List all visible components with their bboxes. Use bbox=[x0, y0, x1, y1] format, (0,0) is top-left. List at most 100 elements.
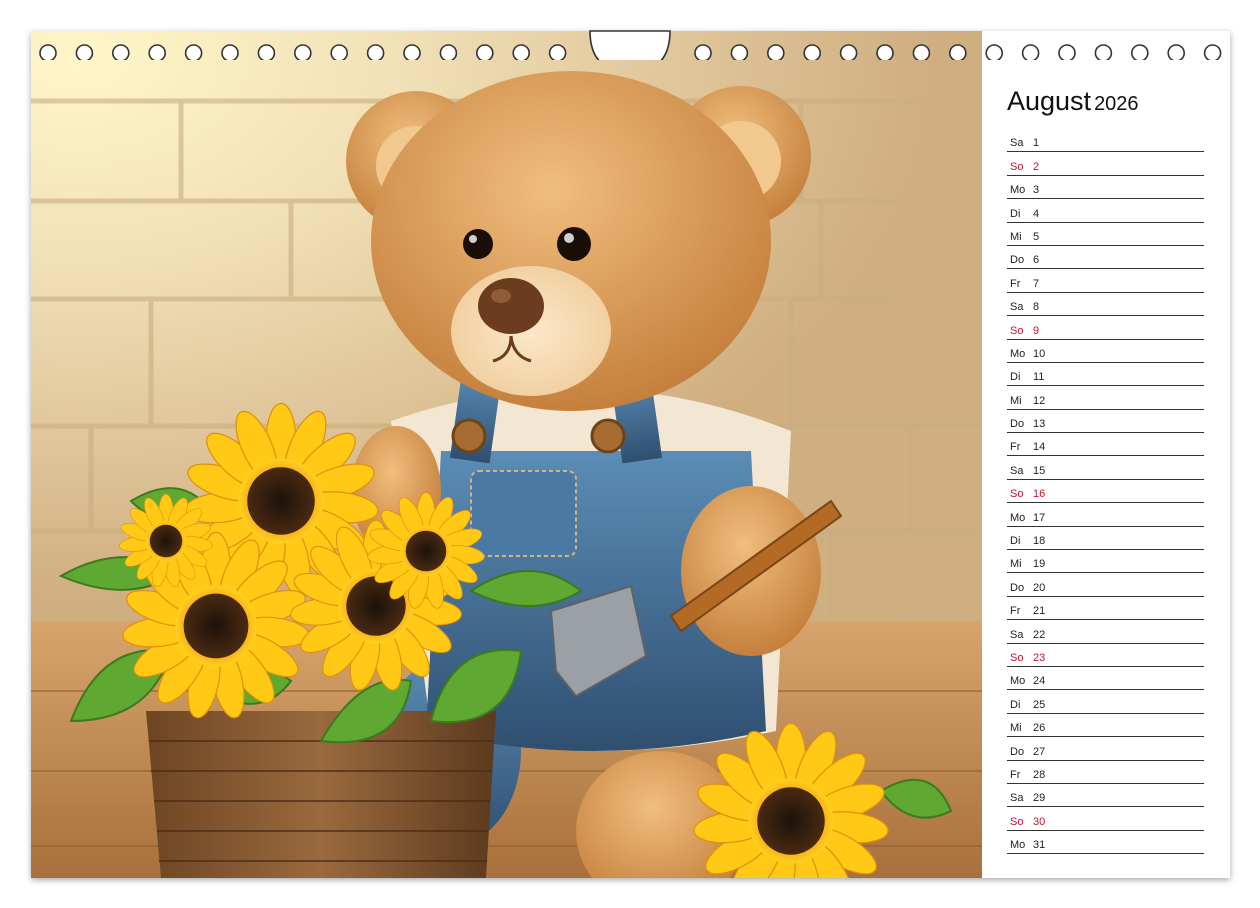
day-number: 26 bbox=[1033, 722, 1046, 735]
day-row: Sa 15 bbox=[1007, 456, 1204, 480]
day-row: Fr 28 bbox=[1007, 761, 1204, 784]
day-number: 6 bbox=[1033, 254, 1040, 267]
calendar-sidebar: August 2026 Sa 1 So 2 Mo 3 Di 4 Mi 5 Do 6 Fr 7 Sa 8 So 9 Mo… bbox=[982, 31, 1230, 878]
day-number: 21 bbox=[1033, 605, 1046, 618]
weekday-label: Mi bbox=[1010, 722, 1022, 735]
weekday-label: Do bbox=[1010, 581, 1025, 594]
day-number: 3 bbox=[1033, 184, 1040, 197]
weekday-label: Fr bbox=[1010, 768, 1021, 781]
day-row: Di 25 bbox=[1007, 690, 1204, 714]
day-number: 17 bbox=[1033, 511, 1046, 524]
weekday-label: Sa bbox=[1010, 137, 1024, 150]
day-row: Di 18 bbox=[1007, 527, 1204, 551]
weekday-label: Di bbox=[1010, 698, 1021, 711]
day-row: Do 13 bbox=[1007, 410, 1204, 434]
weekday-label: Mo bbox=[1010, 839, 1026, 852]
day-number: 13 bbox=[1033, 418, 1046, 431]
day-row: Mi 19 bbox=[1007, 550, 1204, 574]
weekday-label: Fr bbox=[1010, 605, 1021, 618]
calendar-page: August 2026 Sa 1 So 2 Mo 3 Di 4 Mi 5 Do 6 Fr 7 Sa 8 So 9 Mo… bbox=[31, 31, 1230, 878]
weekday-label: Sa bbox=[1010, 628, 1024, 641]
day-number: 28 bbox=[1033, 768, 1046, 781]
day-row: So 2 bbox=[1007, 152, 1204, 176]
day-number: 31 bbox=[1033, 839, 1046, 852]
weekday-label: Do bbox=[1010, 254, 1025, 267]
day-number: 23 bbox=[1033, 651, 1046, 664]
day-row: Do 20 bbox=[1007, 573, 1204, 597]
day-row: Fr 14 bbox=[1007, 433, 1204, 457]
day-row: Do 6 bbox=[1007, 246, 1204, 270]
weekday-label: So bbox=[1010, 324, 1024, 337]
day-row: So 23 bbox=[1007, 644, 1204, 667]
day-row: So 9 bbox=[1007, 316, 1204, 340]
weekday-label: Mo bbox=[1010, 511, 1026, 524]
weekday-label: Di bbox=[1010, 207, 1021, 220]
day-number: 14 bbox=[1033, 441, 1046, 454]
day-row: Mo 3 bbox=[1007, 176, 1204, 200]
day-row: Fr 21 bbox=[1007, 597, 1204, 621]
day-row: Mi 12 bbox=[1007, 386, 1204, 410]
day-number: 5 bbox=[1033, 230, 1040, 243]
weekday-label: Fr bbox=[1010, 441, 1021, 454]
day-number: 2 bbox=[1033, 160, 1040, 173]
day-number: 27 bbox=[1033, 745, 1046, 758]
day-row: Sa 1 bbox=[1007, 129, 1204, 153]
day-row: Di 11 bbox=[1007, 363, 1204, 387]
teddy-bear-photo bbox=[31, 31, 982, 878]
day-number: 8 bbox=[1033, 301, 1040, 314]
weekday-label: So bbox=[1010, 488, 1024, 501]
day-number: 4 bbox=[1033, 207, 1040, 220]
day-number: 7 bbox=[1033, 277, 1040, 290]
weekday-label: Mo bbox=[1010, 675, 1026, 688]
weekday-label: Mi bbox=[1010, 558, 1022, 571]
day-number: 24 bbox=[1033, 675, 1046, 688]
weekday-label: Mi bbox=[1010, 230, 1022, 243]
weekday-label: Fr bbox=[1010, 277, 1021, 290]
weekday-label: So bbox=[1010, 651, 1024, 664]
day-number: 16 bbox=[1033, 488, 1046, 501]
day-number: 15 bbox=[1033, 464, 1046, 477]
weekday-label: Sa bbox=[1010, 792, 1024, 805]
day-number: 19 bbox=[1033, 558, 1046, 571]
year: 2026 bbox=[1094, 93, 1139, 115]
day-row: Mo 31 bbox=[1007, 831, 1204, 855]
day-row: Sa 8 bbox=[1007, 293, 1204, 317]
weekday-label: Di bbox=[1010, 371, 1021, 384]
weekday-label: So bbox=[1010, 815, 1024, 828]
day-number: 22 bbox=[1033, 628, 1046, 641]
day-row: Mo 17 bbox=[1007, 503, 1204, 527]
day-row: So 30 bbox=[1007, 807, 1204, 831]
weekday-label: Mo bbox=[1010, 347, 1026, 360]
weekday-label: So bbox=[1010, 160, 1024, 173]
day-row: Do 27 bbox=[1007, 737, 1204, 761]
day-row: Sa 29 bbox=[1007, 784, 1204, 808]
day-row: Sa 22 bbox=[1007, 620, 1204, 644]
day-number: 10 bbox=[1033, 347, 1046, 360]
day-number: 20 bbox=[1033, 581, 1046, 594]
weekday-label: Do bbox=[1010, 745, 1025, 758]
day-row: So 16 bbox=[1007, 480, 1204, 504]
day-number: 12 bbox=[1033, 394, 1046, 407]
month-name: August bbox=[1007, 86, 1092, 116]
day-list: Sa 1 So 2 Mo 3 Di 4 Mi 5 Do 6 Fr 7 Sa 8 So 9 Mo 10 Di 11 Mi 12 D… bbox=[1007, 129, 1204, 855]
day-number: 11 bbox=[1033, 371, 1045, 384]
weekday-label: Sa bbox=[1010, 464, 1024, 477]
weekday-label: Mi bbox=[1010, 394, 1022, 407]
teddy-bear-illustration bbox=[31, 31, 982, 878]
day-row: Di 4 bbox=[1007, 199, 1204, 223]
day-number: 18 bbox=[1033, 535, 1046, 548]
weekday-label: Mo bbox=[1010, 184, 1026, 197]
day-row: Fr 7 bbox=[1007, 269, 1204, 293]
day-number: 9 bbox=[1033, 324, 1040, 337]
day-number: 25 bbox=[1033, 698, 1046, 711]
day-row: Mo 10 bbox=[1007, 340, 1204, 363]
weekday-label: Do bbox=[1010, 418, 1025, 431]
day-number: 30 bbox=[1033, 815, 1046, 828]
day-number: 29 bbox=[1033, 792, 1046, 805]
day-row: Mo 24 bbox=[1007, 667, 1204, 691]
day-row: Mi 5 bbox=[1007, 223, 1204, 246]
day-number: 1 bbox=[1033, 137, 1040, 150]
month-year-title: August 2026 bbox=[1007, 86, 1139, 117]
day-row: Mi 26 bbox=[1007, 714, 1204, 738]
weekday-label: Di bbox=[1010, 535, 1021, 548]
